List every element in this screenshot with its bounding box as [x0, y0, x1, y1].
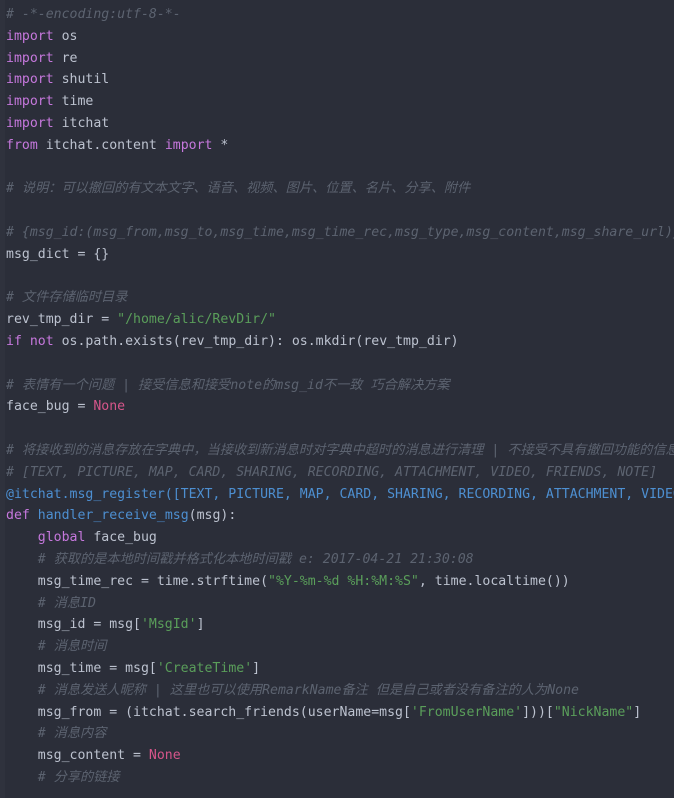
code-token-pl: re [53, 50, 78, 66]
code-line[interactable]: from itchat.content import * [0, 135, 674, 157]
code-token-kw: def [6, 508, 30, 524]
code-token-kw: import [6, 28, 54, 44]
code-token-pl: msg_time_rec = time.strftime( [6, 573, 269, 589]
code-token-cm: # -*-encoding:utf-8-*- [6, 7, 181, 22]
code-token-kw: import [6, 94, 54, 110]
code-line[interactable]: global face_bug [0, 527, 674, 549]
code-token-pl: itchat.content [37, 137, 165, 153]
code-line[interactable]: # 消息ID [0, 593, 674, 615]
code-token-pl: os [53, 28, 78, 44]
code-token-pl: face_bug = [6, 399, 94, 415]
code-line[interactable] [0, 200, 674, 222]
code-token-pl: ] [633, 704, 642, 720]
code-token-pl: msg_time = msg[ [6, 660, 157, 676]
code-token-cm: # 表情有一个问题 | 接受信息和接受note的msg_id不一致 巧合解决方案 [6, 377, 450, 393]
code-token-kw: global [37, 530, 86, 546]
code-token-cm: # 获取的是本地时间戳并格式化本地时间戳 e: 2017-04-21 21:30… [6, 551, 474, 567]
code-token-kw: import [6, 115, 54, 131]
code-line[interactable]: # 文件存储临时目录 [0, 287, 674, 309]
code-token-cm: # {msg_id:(msg_from,msg_to,msg_time,msg_… [6, 224, 674, 240]
code-line[interactable]: # 说明：可以撤回的有文本文字、语音、视频、图片、位置、名片、分享、附件 [0, 178, 674, 200]
code-line[interactable] [0, 266, 674, 288]
code-line[interactable]: msg_from = (itchat.search_friends(userNa… [0, 702, 674, 724]
code-line[interactable]: # {msg_id:(msg_from,msg_to,msg_time,msg_… [0, 222, 674, 244]
code-token-kw: import [6, 72, 54, 88]
code-token-cm: # 文件存储临时目录 [6, 290, 128, 306]
code-line[interactable]: msg_id = msg['MsgId'] [0, 614, 674, 636]
code-token-cnst: None [93, 399, 126, 415]
code-line[interactable]: face_bug = None [0, 396, 674, 418]
code-content[interactable]: # -*-encoding:utf-8-*- import os import re… [0, 4, 674, 789]
code-token-pl: msg_dict = {} [6, 246, 110, 262]
code-token-cm: # 消息时间 [6, 639, 107, 655]
code-token-kw: if [6, 333, 22, 349]
code-token-pl: ] [196, 617, 205, 633]
code-line[interactable]: import os [0, 26, 674, 48]
code-line[interactable]: # 消息内容 [0, 723, 674, 745]
code-line[interactable]: # -*-encoding:utf-8-*- [0, 4, 674, 26]
code-line[interactable]: # 将接收到的消息存放在字典中，当接收到新消息时对字典中超时的消息进行清理 | … [0, 440, 674, 462]
code-token-str: 'CreateTime' [156, 660, 253, 676]
code-token-str: 'FromUserName' [410, 704, 523, 720]
code-editor[interactable]: # -*-encoding:utf-8-*- import os import re… [0, 0, 674, 798]
code-token-cm: # 分享的链接 [6, 769, 120, 785]
code-token-pl: rev_tmp_dir = [6, 312, 118, 328]
code-token-str: "/home/alic/RevDir/" [117, 312, 276, 328]
code-token-pl: msg_content = [6, 748, 149, 764]
code-line[interactable]: msg_content = None [0, 745, 674, 767]
code-line[interactable]: msg_dict = {} [0, 244, 674, 266]
code-line[interactable]: import re [0, 48, 674, 70]
code-line[interactable]: import shutil [0, 69, 674, 91]
code-token-pl: face_bug [85, 530, 157, 546]
code-line[interactable] [0, 157, 674, 179]
code-line[interactable]: @itchat.msg_register([TEXT, PICTURE, MAP… [0, 484, 674, 506]
code-token-cm: # 消息发送人昵称 | 这里也可以使用RemarkName备注 但是自己或者没有… [6, 682, 579, 698]
code-token-pl: shutil [53, 72, 110, 88]
code-token-cm: # 将接收到的消息存放在字典中，当接收到新消息时对字典中超时的消息进行清理 | … [6, 442, 674, 458]
code-token-kw: from [6, 137, 38, 153]
code-line[interactable]: if not os.path.exists(rev_tmp_dir): os.m… [0, 331, 674, 353]
code-token-str: "NickName" [553, 704, 634, 720]
code-token-pl: msg_id = msg[ [6, 617, 141, 633]
code-token-str: "%Y-%m-%d %H:%M:%S" [268, 573, 419, 589]
code-line[interactable]: # 获取的是本地时间戳并格式化本地时间戳 e: 2017-04-21 21:30… [0, 549, 674, 571]
code-token-cm: # 消息ID [6, 595, 96, 611]
code-token-cm: # 说明：可以撤回的有文本文字、语音、视频、图片、位置、名片、分享、附件 [6, 181, 471, 197]
code-token-fn: handler_receive_msg [37, 508, 189, 524]
code-line[interactable] [0, 353, 674, 375]
code-line[interactable]: msg_time = msg['CreateTime'] [0, 658, 674, 680]
code-line[interactable] [0, 418, 674, 440]
code-line[interactable]: def handler_receive_msg(msg): [0, 505, 674, 527]
code-token-pl: ] [252, 660, 261, 676]
code-token-kw: not [29, 333, 54, 349]
code-token-pl: , time.localtime()) [418, 573, 570, 589]
code-line[interactable]: # 消息发送人昵称 | 这里也可以使用RemarkName备注 但是自己或者没有… [0, 680, 674, 702]
code-line[interactable]: import itchat [0, 113, 674, 135]
code-token-pl: ]))[ [522, 704, 554, 720]
code-line[interactable]: # 分享的链接 [0, 767, 674, 789]
code-token-pl: time [53, 94, 94, 110]
code-token-cnst: None [148, 748, 181, 764]
code-token-pl: (msg): [188, 508, 237, 524]
code-line[interactable]: msg_time_rec = time.strftime("%Y-%m-%d %… [0, 571, 674, 593]
code-line[interactable]: import time [0, 91, 674, 113]
code-token-pl: itchat [53, 115, 110, 131]
code-token-pl: msg_from = (itchat.search_friends(userNa… [6, 704, 411, 720]
code-token-str: 'MsgId' [140, 617, 197, 633]
code-token-cm: # 消息内容 [6, 726, 107, 742]
code-line[interactable]: # [TEXT, PICTURE, MAP, CARD, SHARING, RE… [0, 462, 674, 484]
code-token-pl: os.path.exists(rev_tmp_dir): os.mkdir(re… [53, 333, 459, 349]
code-line[interactable]: rev_tmp_dir = "/home/alic/RevDir/" [0, 309, 674, 331]
code-line[interactable]: # 消息时间 [0, 636, 674, 658]
code-token-pl: * [212, 137, 229, 153]
code-token-cm: # [TEXT, PICTURE, MAP, CARD, SHARING, RE… [6, 464, 658, 480]
code-token-kw: import [164, 137, 213, 153]
code-token-kw: import [6, 50, 54, 66]
code-token-dec: @itchat.msg_register([TEXT, PICTURE, MAP… [6, 486, 674, 502]
code-line[interactable]: # 表情有一个问题 | 接受信息和接受note的msg_id不一致 巧合解决方案 [0, 375, 674, 397]
